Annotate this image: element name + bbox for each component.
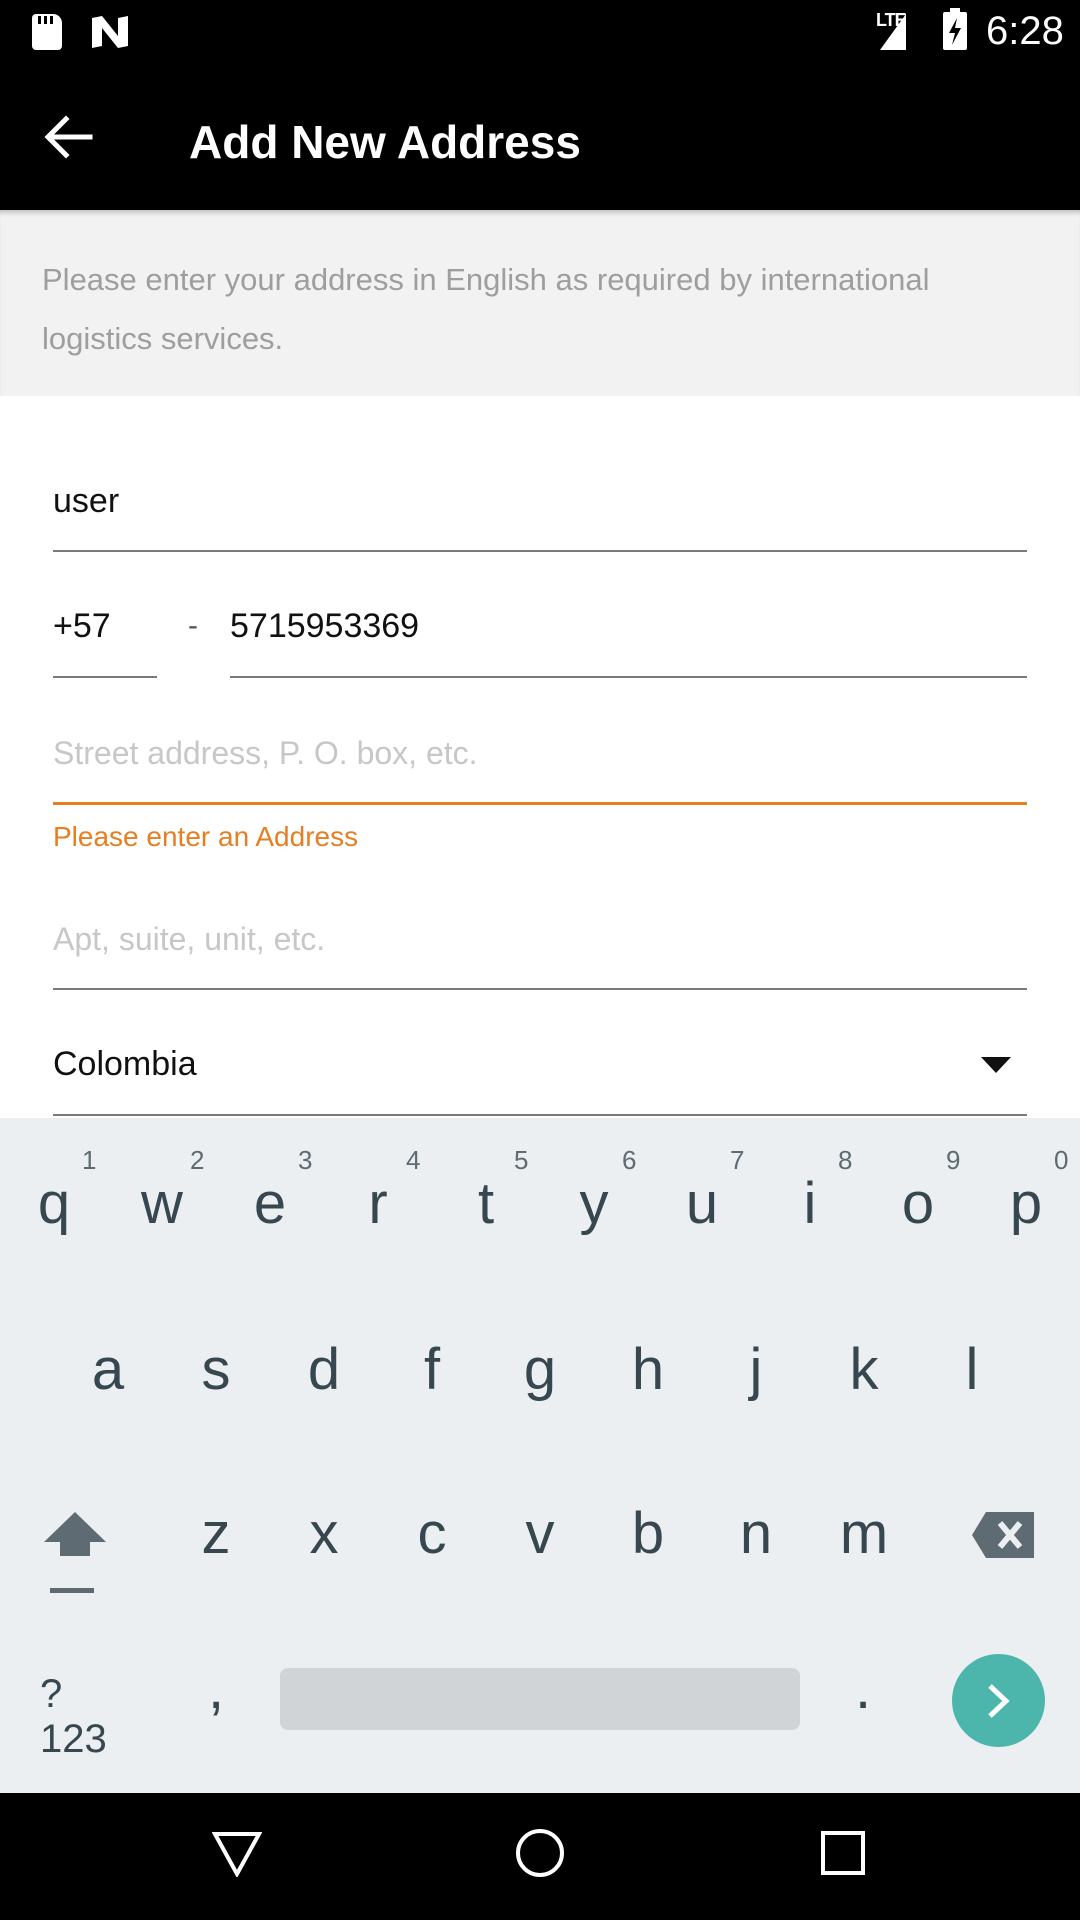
back-triangle-icon[interactable] [212,1831,262,1877]
navigation-bar [0,1793,1080,1920]
page-title: Add New Address [189,116,581,168]
home-circle-icon[interactable] [515,1828,565,1878]
key-hint-8: 8 [838,1145,853,1175]
key-f[interactable]: f [392,1336,472,1403]
key-i[interactable]: i [770,1170,850,1237]
key-o[interactable]: o [878,1170,958,1237]
comma-key[interactable]: , [176,1655,256,1722]
key-z[interactable]: z [176,1500,256,1567]
battery-charging-icon [943,8,967,50]
key-a[interactable]: a [68,1336,148,1403]
street-address-input[interactable]: Street address, P. O. box, etc. [53,735,478,772]
key-v[interactable]: v [500,1500,580,1567]
key-x[interactable]: x [284,1500,364,1567]
n-logo-icon [92,16,128,48]
key-b[interactable]: b [608,1500,688,1567]
space-key[interactable] [280,1668,800,1730]
chevron-right-icon [988,1684,1010,1718]
phone-code-underline [53,676,157,678]
dropdown-arrow-icon [981,1057,1011,1073]
shift-key-icon[interactable] [42,1510,108,1600]
apt-suite-input[interactable]: Apt, suite, unit, etc. [53,921,325,958]
recents-square-icon[interactable] [820,1830,866,1876]
phone-number-field[interactable]: 5715953369 [230,607,419,646]
symbols-key[interactable]: ?123 [40,1672,124,1762]
english-notice: Please enter your address in English as … [0,210,1080,396]
notice-text: Please enter your address in English as … [42,262,930,356]
country-select[interactable]: Colombia [53,1035,1027,1115]
key-s[interactable]: s [176,1336,256,1403]
country-value: Colombia [53,1045,197,1083]
key-m[interactable]: m [824,1500,904,1567]
key-hint-4: 4 [406,1145,421,1175]
phone-number-underline [230,676,1027,678]
key-hint-0: 0 [1054,1145,1069,1175]
key-n[interactable]: n [716,1500,796,1567]
backspace-key-icon[interactable] [972,1510,1036,1560]
enter-key[interactable] [952,1654,1045,1747]
key-g[interactable]: g [500,1336,580,1403]
street-error-text: Please enter an Address [53,821,359,852]
key-h[interactable]: h [608,1336,688,1403]
key-e[interactable]: e [230,1170,310,1237]
status-time: 6:28 [986,9,1064,53]
key-t[interactable]: t [446,1170,526,1237]
key-q[interactable]: q [14,1170,94,1237]
phone-code-field[interactable]: +57 [53,607,111,646]
arrow-back-icon[interactable] [40,109,96,165]
key-p[interactable]: p [986,1170,1066,1237]
key-c[interactable]: c [392,1500,472,1567]
key-hint-1: 1 [82,1145,97,1175]
sd-card-icon [32,14,62,50]
period-key[interactable]: . [823,1655,903,1722]
key-hint-5: 5 [514,1145,529,1175]
key-k[interactable]: k [824,1336,904,1403]
key-w[interactable]: w [122,1170,202,1237]
key-hint-6: 6 [622,1145,637,1175]
key-r[interactable]: r [338,1170,418,1237]
name-field[interactable]: user [53,482,119,521]
key-y[interactable]: y [554,1170,634,1237]
key-hint-9: 9 [946,1145,961,1175]
key-d[interactable]: d [284,1336,364,1403]
key-hint-7: 7 [730,1145,745,1175]
name-underline [53,550,1027,552]
apt-underline [53,988,1027,990]
key-j[interactable]: j [716,1336,796,1403]
signal-icon [880,14,906,50]
app-toolbar: Add New Address [0,63,1080,210]
status-bar: LTE 6:28 [0,0,1080,63]
key-hint-3: 3 [298,1145,313,1175]
key-hint-2: 2 [190,1145,205,1175]
street-error-underline [53,802,1027,805]
key-u[interactable]: u [662,1170,742,1237]
country-underline [53,1114,1027,1116]
phone-separator: - [188,609,198,642]
key-l[interactable]: l [932,1336,1012,1403]
